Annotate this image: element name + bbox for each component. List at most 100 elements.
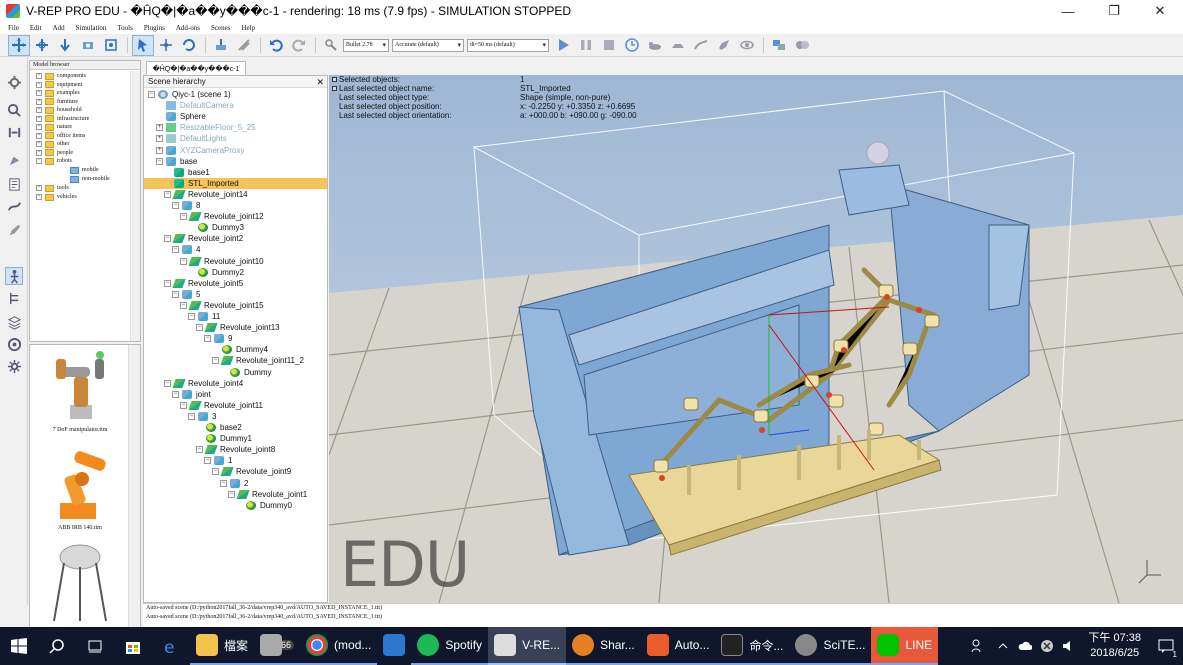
collapse-icon[interactable]: − [212,468,219,476]
model-folder[interactable]: + nature [36,123,72,131]
collapse-icon[interactable]: − [188,412,195,420]
menu-scenes[interactable]: Scenes [211,24,230,32]
taskbar-app-vrep[interactable]: V-RE... [488,627,567,665]
expand-icon[interactable]: + [36,124,42,130]
hierarchy-item[interactable]: − Revolute_joint2 [144,233,327,244]
minimize-button[interactable]: — [1045,0,1091,22]
expand-icon[interactable]: + [36,115,42,122]
info-toggle-icon[interactable] [332,77,337,82]
hierarchy-item[interactable]: − Revolute_joint1 [144,489,327,500]
rocket-icon[interactable] [713,35,735,56]
expand-icon[interactable]: + [156,135,163,143]
expand-icon[interactable]: + [36,107,42,113]
collapse-icon[interactable]: − [164,235,171,243]
undo-icon[interactable] [265,35,287,56]
collapse-icon[interactable]: − [204,457,211,465]
hierarchy-item[interactable]: − Revolute_joint10 [144,256,327,267]
menu-simulation[interactable]: Simulation [76,24,107,32]
model-folder[interactable]: + infrastructure [36,115,89,123]
model-folder[interactable]: + furniture [36,98,78,106]
maximize-button[interactable]: ❐ [1091,0,1137,22]
menu-plugins[interactable]: Plugins [144,24,165,32]
hierarchy-item[interactable]: − Qiyc-1 (scene 1) [144,89,327,100]
expand-icon[interactable]: − [36,158,42,164]
collapse-icon[interactable]: − [196,446,203,454]
click-select-icon[interactable] [132,34,154,56]
expand-icon[interactable]: + [36,73,42,79]
assemble-icon[interactable] [210,35,232,56]
model-browser-scrollbar[interactable] [130,71,140,341]
volume-icon[interactable] [1058,627,1080,665]
thumbnails-scrollbar[interactable] [128,345,140,627]
menu-file[interactable]: File [8,24,19,32]
collapse-icon[interactable]: − [172,202,179,209]
shape-edit-icon[interactable] [5,151,23,169]
menu-help[interactable]: Help [241,24,255,32]
hierarchy-item[interactable]: base1 [144,167,327,178]
people-icon[interactable] [964,627,992,665]
collapse-icon[interactable]: − [220,479,227,487]
collapse-icon[interactable]: − [156,157,163,165]
collapse-icon[interactable]: − [164,379,171,387]
threaded-rendering-icon[interactable] [690,35,712,56]
fit-to-view-icon[interactable] [100,35,122,56]
collapse-icon[interactable]: − [172,390,179,398]
expand-icon[interactable]: + [156,146,163,154]
expand-icon[interactable]: + [36,81,42,88]
hierarchy-item[interactable]: Dummy2 [144,267,327,278]
info-toggle-icon[interactable] [332,86,337,91]
expand-icon[interactable]: + [36,149,42,156]
hierarchy-item[interactable]: − Revolute_joint11_2 [144,355,327,366]
page-selector-icon[interactable] [768,35,790,56]
hierarchy-item[interactable]: Sphere [144,111,327,122]
hierarchy-item[interactable]: − base [144,156,327,167]
hierarchy-item[interactable]: −5 [144,289,327,300]
clock[interactable]: 下午 07:38 2018/6/25 [1088,631,1141,661]
hierarchy-item[interactable]: − Revolute_joint15 [144,300,327,311]
taskbar-app-explorer[interactable]: 檔案 [190,627,255,665]
close-button[interactable]: ✕ [1137,0,1183,22]
taskbar-app-line[interactable]: LINE [871,627,939,665]
collapse-icon[interactable]: − [180,401,187,409]
network-disconnected-icon[interactable] [1036,627,1058,665]
taskbar-app-sharex[interactable]: Shar... [566,627,641,665]
timestep-select[interactable]: dt=50 ms (default) [467,38,549,52]
taskbar-app-scite[interactable]: SciTE... [789,627,872,665]
hierarchy-item[interactable]: − Revolute_joint11 [144,400,327,411]
collapse-icon[interactable]: − [180,301,187,309]
taskbar-app-vscode[interactable] [377,627,411,665]
taskbar-app-cmd[interactable]: 命令... [715,627,790,665]
collapse-icon[interactable]: − [180,213,187,221]
7dof-manipulator-thumbnail[interactable] [40,347,120,425]
abb-irb140-thumbnail[interactable] [40,445,120,523]
taskbar-app-autodesk[interactable]: Auto... [640,627,716,665]
visualization-eye-icon[interactable] [736,35,758,56]
hierarchy-item[interactable]: − Revolute_joint4 [144,378,327,389]
camera-angle-icon[interactable] [77,35,99,56]
redo-icon[interactable] [288,35,310,56]
scene-selector-icon[interactable] [791,35,813,56]
model-folder[interactable]: + other [36,140,69,148]
collapse-icon[interactable]: − [180,257,187,265]
notification-icon[interactable]: 1 [1149,627,1183,665]
collapse-icon[interactable]: − [204,335,211,343]
hierarchy-item[interactable]: STL_Imported [144,177,327,189]
hierarchy-item[interactable]: −9 [144,333,327,344]
scene-render[interactable] [329,75,1183,603]
menu-add-ons[interactable]: Add-ons [176,24,200,32]
accuracy-select[interactable]: Accurate (default) [392,38,464,52]
collapse-icon[interactable]: − [196,324,203,332]
model-folder[interactable]: + household [36,106,82,114]
hierarchy-item[interactable]: + XYZCameraProxy [144,145,327,156]
real-time-icon[interactable] [621,35,643,56]
hierarchy-item[interactable]: − joint [144,389,327,400]
camera-pan-icon[interactable] [8,34,30,56]
model-folder-selected[interactable]: non-mobile [70,175,110,183]
hierarchy-item[interactable]: Dummy4 [144,344,327,355]
model-folder[interactable]: + vehicles [36,193,77,201]
hierarchy-item[interactable]: −2 [144,478,327,489]
expand-icon[interactable]: + [36,194,42,200]
hierarchy-item[interactable]: + DefaultLights [144,133,327,144]
model-folder[interactable]: − robots [36,157,72,165]
delta-robot-thumbnail[interactable] [40,541,120,625]
